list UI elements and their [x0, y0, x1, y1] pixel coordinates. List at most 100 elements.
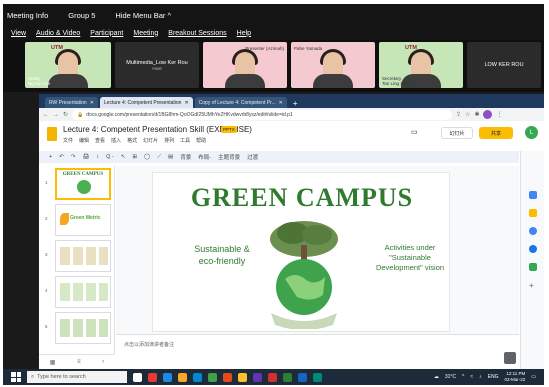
video-tile-hailey[interactable]: UTM Hailey Ng Sin Lee: [25, 42, 111, 88]
wifi-icon[interactable]: ≈: [470, 374, 473, 380]
list-view-icon[interactable]: ≡: [77, 359, 81, 365]
keep-icon[interactable]: [529, 209, 537, 217]
menu-help[interactable]: Help: [237, 30, 251, 37]
chrome-icon[interactable]: [238, 372, 247, 382]
speaker-notes[interactable]: 点击以添加演讲者备注: [116, 334, 519, 354]
menu-tools[interactable]: 工具: [180, 137, 190, 144]
add-addon-icon[interactable]: +: [529, 281, 534, 290]
video-tile-secretary[interactable]: UTM Secretary Tan Ling Xian: [379, 42, 463, 88]
slide-thumbnail[interactable]: [55, 312, 111, 344]
share-button[interactable]: 共享: [479, 127, 513, 139]
url-input[interactable]: 🔒 docs.google.com/presentation/d/1BG8hm-…: [72, 109, 453, 120]
new-tab-button[interactable]: +: [289, 99, 302, 108]
user-avatar[interactable]: L: [525, 126, 538, 139]
menu-help[interactable]: 帮助: [196, 137, 206, 144]
close-icon[interactable]: ✕: [90, 100, 94, 106]
file-explorer-icon[interactable]: [178, 372, 187, 382]
shape-icon[interactable]: ◯: [144, 154, 150, 160]
transition-button[interactable]: 过渡: [247, 153, 258, 161]
mail-icon[interactable]: [193, 372, 202, 382]
profile-avatar-icon[interactable]: [483, 110, 493, 119]
zoom-icon[interactable]: [298, 372, 307, 382]
office-icon[interactable]: [223, 372, 232, 382]
menu-edit[interactable]: 编辑: [79, 137, 89, 144]
task-view-icon[interactable]: [133, 372, 142, 382]
browser-tab[interactable]: Copy of Lecture 4: Competent Pr... ✕: [194, 97, 287, 108]
group-label[interactable]: Group 5: [68, 11, 95, 20]
collapse-icon[interactable]: ‹: [102, 359, 104, 365]
menu-insert[interactable]: 插入: [111, 137, 121, 144]
zoom-select[interactable]: Q -: [106, 154, 114, 160]
app-icon[interactable]: [313, 372, 322, 382]
tasks-icon[interactable]: [529, 227, 537, 235]
select-cursor-icon[interactable]: ↖: [121, 154, 126, 160]
theme-button[interactable]: 主题背景: [218, 153, 240, 161]
app-icon[interactable]: [268, 372, 277, 382]
language-indicator[interactable]: ENG: [488, 374, 499, 380]
text-box-icon[interactable]: ⊞: [132, 154, 137, 160]
notification-icon[interactable]: ▭: [531, 374, 536, 380]
hide-menu-bar-button[interactable]: Hide Menu Bar ^: [115, 11, 171, 20]
volume-icon[interactable]: ♪: [479, 374, 482, 380]
menu-view[interactable]: 查看: [95, 137, 105, 144]
google-slides-icon[interactable]: [47, 127, 57, 141]
slide-thumbnail[interactable]: [55, 240, 111, 272]
edge-icon[interactable]: [163, 372, 172, 382]
grid-view-icon[interactable]: ▦: [50, 359, 56, 366]
back-icon[interactable]: ←: [43, 112, 49, 118]
taskbar-search-input[interactable]: ⌕ Type here to search: [27, 371, 127, 383]
layout-button[interactable]: 布局-: [198, 153, 211, 161]
slide-thumbnail[interactable]: GREEN CAMPUS: [55, 168, 111, 200]
video-tile-pahe[interactable]: Pahe Yamada: [291, 42, 375, 88]
new-slide-button[interactable]: +: [49, 154, 52, 160]
menu-dots-icon[interactable]: ⋮: [496, 111, 502, 118]
line-icon[interactable]: ⟋: [157, 154, 161, 161]
extensions-icon[interactable]: ✱: [474, 111, 479, 118]
video-tile-presenter[interactable]: Presenter (Azimah): [203, 42, 287, 88]
menu-file[interactable]: 文件: [63, 137, 73, 144]
maps-icon[interactable]: [529, 263, 537, 271]
app-icon[interactable]: [253, 372, 262, 382]
image-icon[interactable]: ▤: [168, 154, 173, 160]
redo-icon[interactable]: ↷: [71, 154, 76, 160]
calendar-icon[interactable]: [529, 191, 537, 199]
menu-arrange[interactable]: 排列: [164, 137, 174, 144]
app-icon[interactable]: [283, 372, 292, 382]
menu-participant[interactable]: Participant: [90, 30, 123, 37]
paint-format-icon[interactable]: ↕: [96, 154, 99, 160]
windows-start-icon[interactable]: [11, 372, 21, 382]
slide-thumbnail[interactable]: [55, 276, 111, 308]
store-icon[interactable]: [208, 372, 217, 382]
background-button[interactable]: 背景: [180, 153, 191, 161]
slide-thumbnail[interactable]: Green Metric: [55, 204, 111, 236]
share-page-icon[interactable]: ⇪: [456, 111, 461, 118]
menu-format[interactable]: 格式: [127, 137, 137, 144]
star-icon[interactable]: ☆: [465, 111, 470, 118]
menu-breakout-sessions[interactable]: Breakout Sessions: [168, 30, 226, 37]
slide-left-text[interactable]: Sustainable & eco-friendly: [187, 243, 257, 267]
meeting-info-menu[interactable]: Meeting Info: [7, 11, 48, 20]
explore-icon[interactable]: [504, 352, 516, 364]
present-button[interactable]: 幻灯片: [441, 127, 473, 139]
video-tile-low-ker-rou[interactable]: LOW KER ROU: [467, 42, 541, 88]
clock[interactable]: 12:11 PM 03-Mar-22: [505, 371, 526, 383]
menu-view[interactable]: View: [11, 30, 26, 37]
weather-icon[interactable]: ☁: [434, 374, 439, 380]
print-icon[interactable]: 🖨: [82, 154, 89, 160]
video-tile-host[interactable]: Multimedia_Low Ker Rou Host: [115, 42, 199, 88]
menu-slide[interactable]: 幻灯片: [143, 137, 158, 144]
reload-icon[interactable]: ↻: [63, 111, 68, 118]
app-icon[interactable]: [148, 372, 157, 382]
close-icon[interactable]: ✕: [184, 100, 188, 106]
green-globe-image[interactable]: [263, 217, 345, 330]
forward-icon[interactable]: →: [53, 112, 59, 118]
tray-arrow-icon[interactable]: ^: [462, 374, 464, 380]
menu-audio-video[interactable]: Audio & Video: [36, 30, 80, 37]
browser-tab-active[interactable]: Lecture 4: Competent Presentation ✕: [99, 97, 193, 108]
undo-icon[interactable]: ↶: [59, 154, 64, 160]
comment-icon[interactable]: ▭: [411, 128, 418, 136]
current-slide[interactable]: GREEN CAMPUS Sustainable & eco-friendly …: [152, 172, 450, 332]
close-icon[interactable]: ✕: [279, 100, 283, 106]
slide-right-text[interactable]: Activities under "Sustainable Developmen…: [375, 243, 445, 273]
menu-meeting[interactable]: Meeting: [133, 30, 158, 37]
